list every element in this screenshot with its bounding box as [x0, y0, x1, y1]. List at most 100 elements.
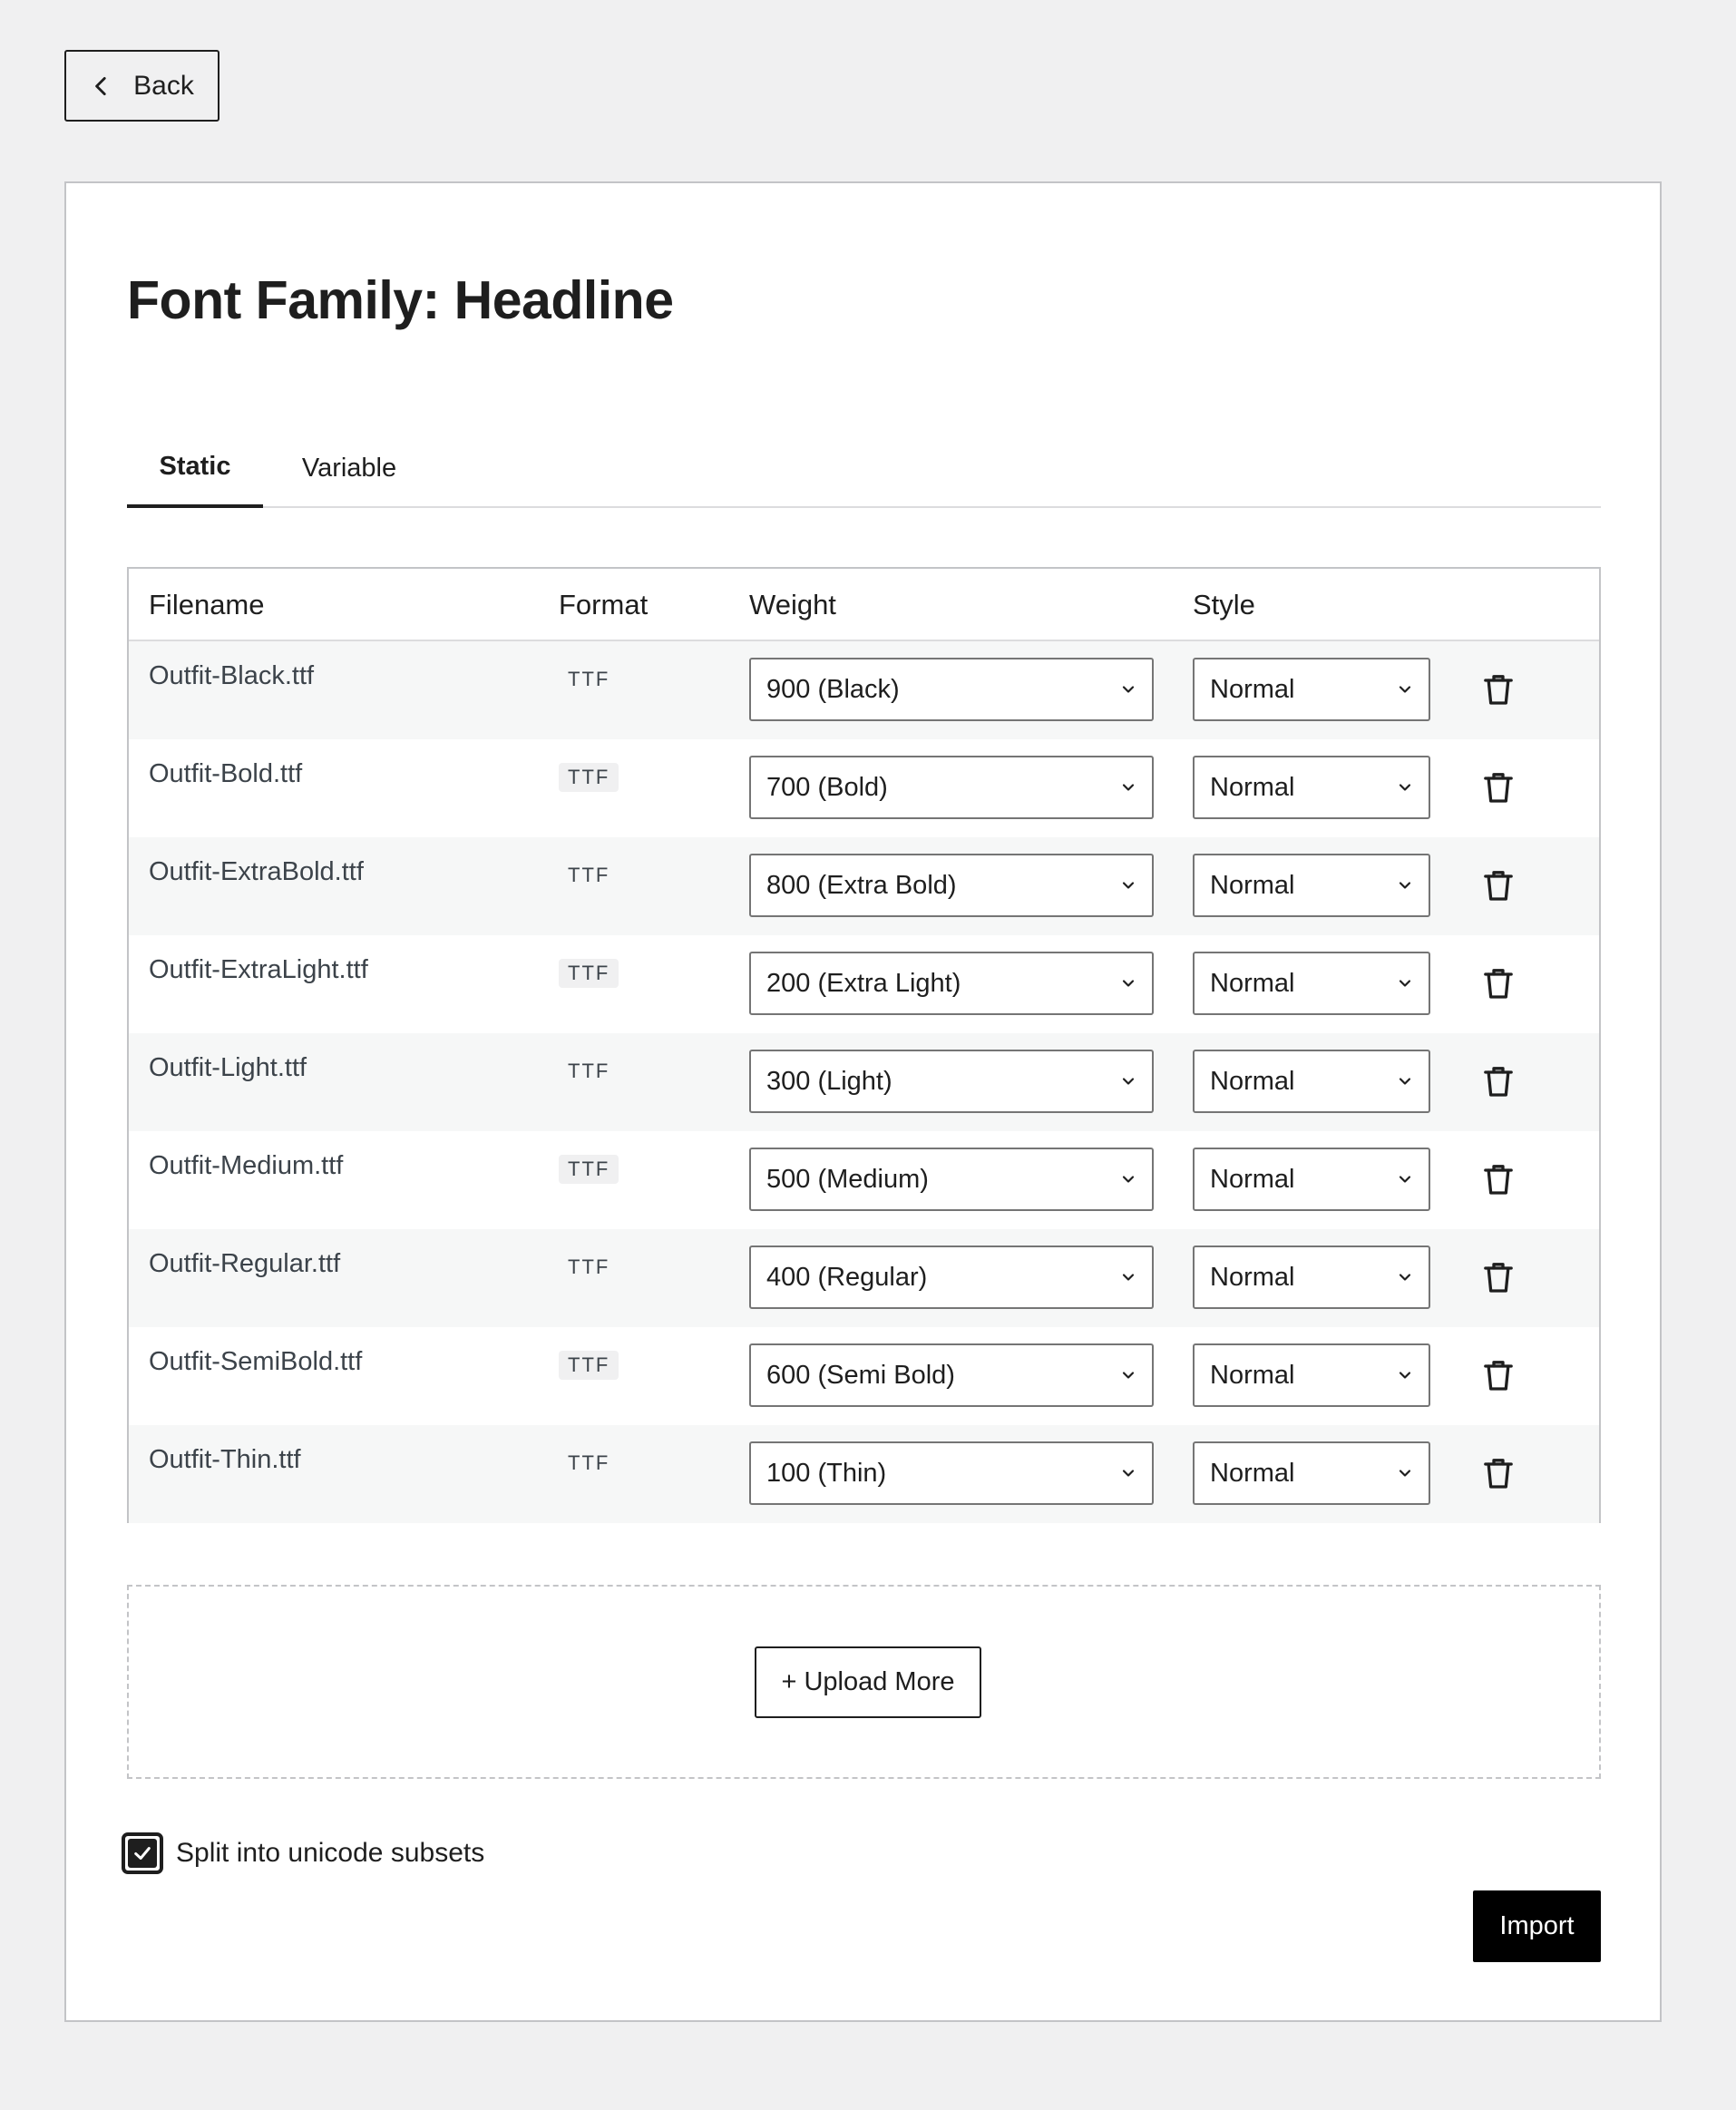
trash-icon[interactable] [1480, 1259, 1517, 1295]
style-select[interactable]: Normal [1193, 854, 1430, 917]
chevron-down-icon [1122, 1470, 1135, 1477]
format-badge: TTF [559, 1351, 619, 1380]
style-value: Normal [1210, 870, 1295, 900]
weight-value: 700 (Bold) [766, 772, 888, 802]
tab-variable[interactable]: Variable [281, 428, 417, 508]
header-filename: Filename [149, 589, 265, 620]
chevron-left-icon [95, 76, 106, 95]
style-select[interactable]: Normal [1193, 756, 1430, 819]
header-format: Format [559, 589, 649, 620]
weight-value: 200 (Extra Light) [766, 968, 961, 998]
weight-select[interactable]: 400 (Regular) [749, 1245, 1154, 1309]
style-select[interactable]: Normal [1193, 1343, 1430, 1407]
upload-more-button[interactable]: + Upload More [755, 1646, 981, 1718]
header-style: Style [1193, 589, 1255, 620]
style-select[interactable]: Normal [1193, 658, 1430, 721]
weight-select[interactable]: 700 (Bold) [749, 756, 1154, 819]
trash-icon[interactable] [1480, 867, 1517, 904]
trash-icon[interactable] [1480, 1063, 1517, 1099]
weight-value: 300 (Light) [766, 1066, 892, 1096]
weight-value: 900 (Black) [766, 674, 900, 704]
font-upload-panel: Font Family: Headline Static Variable Fi… [64, 181, 1662, 2022]
filename-cell: Outfit-Light.ttf [149, 1053, 307, 1082]
tab-static[interactable]: Static [127, 428, 263, 508]
table-body: Outfit-Black.ttf TTF 900 (Black) Normal Outf… [129, 641, 1599, 1523]
chevron-down-icon [1122, 686, 1135, 693]
format-badge: TTF [568, 1255, 610, 1278]
back-button[interactable]: Back [64, 50, 219, 122]
weight-select[interactable]: 500 (Medium) [749, 1148, 1154, 1211]
weight-select[interactable]: 800 (Extra Bold) [749, 854, 1154, 917]
chevron-down-icon [1399, 980, 1411, 987]
filename-cell: Outfit-SemiBold.ttf [149, 1347, 363, 1376]
style-value: Normal [1210, 968, 1295, 998]
trash-icon[interactable] [1480, 671, 1517, 708]
chevron-down-icon [1399, 882, 1411, 889]
chevron-down-icon [1399, 784, 1411, 791]
weight-select[interactable]: 600 (Semi Bold) [749, 1343, 1154, 1407]
chevron-down-icon [1122, 1274, 1135, 1281]
font-files-table: Filename Format Weight Style Outfit-Blac… [127, 567, 1601, 1523]
table-row: Outfit-Black.ttf TTF 900 (Black) Normal [129, 641, 1599, 739]
format-badge: TTF [568, 1060, 610, 1082]
split-subsets-label: Split into unicode subsets [176, 1838, 485, 1868]
weight-select[interactable]: 300 (Light) [749, 1050, 1154, 1113]
trash-icon[interactable] [1480, 1161, 1517, 1197]
filename-cell: Outfit-ExtraBold.ttf [149, 857, 364, 886]
import-button[interactable]: Import [1473, 1890, 1601, 1962]
weight-select[interactable]: 100 (Thin) [749, 1441, 1154, 1505]
style-select[interactable]: Normal [1193, 1148, 1430, 1211]
filename-cell: Outfit-Medium.ttf [149, 1151, 344, 1180]
filename-cell: Outfit-ExtraLight.ttf [149, 955, 368, 984]
table-row: Outfit-ExtraBold.ttf TTF 800 (Extra Bold) N… [129, 837, 1599, 935]
chevron-down-icon [1122, 1176, 1135, 1183]
page-title: Font Family: Headline [127, 270, 674, 330]
weight-value: 800 (Extra Bold) [766, 870, 957, 900]
filename-cell: Outfit-Black.ttf [149, 661, 315, 690]
weight-select[interactable]: 200 (Extra Light) [749, 952, 1154, 1015]
chevron-down-icon [1399, 686, 1411, 693]
weight-value: 100 (Thin) [766, 1458, 887, 1488]
chevron-down-icon [1399, 1176, 1411, 1183]
chevron-down-icon [1122, 980, 1135, 987]
style-value: Normal [1210, 772, 1295, 802]
format-badge: TTF [559, 1155, 619, 1184]
trash-icon[interactable] [1480, 1357, 1517, 1393]
checkmark-icon [134, 1847, 151, 1860]
format-badge: TTF [568, 864, 610, 886]
style-value: Normal [1210, 1262, 1295, 1292]
style-value: Normal [1210, 674, 1295, 704]
table-row: Outfit-ExtraLight.ttf TTF 200 (Extra Light… [129, 935, 1599, 1033]
chevron-down-icon [1122, 1372, 1135, 1379]
style-select[interactable]: Normal [1193, 952, 1430, 1015]
table-row: Outfit-Bold.ttf TTF 700 (Bold) Normal [129, 739, 1599, 837]
style-select[interactable]: Normal [1193, 1050, 1430, 1113]
table-row: Outfit-Light.ttf TTF 300 (Light) Normal [129, 1033, 1599, 1131]
style-value: Normal [1210, 1066, 1295, 1096]
chevron-down-icon [1122, 784, 1135, 791]
table-row: Outfit-Regular.ttf TTF 400 (Regular) Normal [129, 1229, 1599, 1327]
style-value: Normal [1210, 1360, 1295, 1390]
table-row: Outfit-SemiBold.ttf TTF 600 (Semi Bold) Nor… [129, 1327, 1599, 1425]
split-subsets-option: Split into unicode subsets [122, 1832, 484, 1874]
upload-dropzone[interactable]: + Upload More [127, 1585, 1601, 1779]
style-value: Normal [1210, 1164, 1295, 1194]
trash-icon[interactable] [1480, 965, 1517, 1001]
trash-icon[interactable] [1480, 769, 1517, 806]
format-badge: TTF [559, 959, 619, 988]
filename-cell: Outfit-Thin.ttf [149, 1445, 301, 1474]
style-select[interactable]: Normal [1193, 1245, 1430, 1309]
table-row: Outfit-Thin.ttf TTF 100 (Thin) Normal [129, 1425, 1599, 1523]
style-select[interactable]: Normal [1193, 1441, 1430, 1505]
chevron-down-icon [1399, 1372, 1411, 1379]
style-value: Normal [1210, 1458, 1295, 1488]
split-subsets-checkbox[interactable] [122, 1832, 163, 1874]
table-header: Filename Format Weight Style [129, 569, 1599, 641]
trash-icon[interactable] [1480, 1455, 1517, 1491]
weight-value: 500 (Medium) [766, 1164, 929, 1194]
weight-select[interactable]: 900 (Black) [749, 658, 1154, 721]
weight-value: 400 (Regular) [766, 1262, 928, 1292]
chevron-down-icon [1122, 882, 1135, 889]
format-badge: TTF [559, 763, 619, 792]
checkbox-fill [128, 1839, 157, 1868]
